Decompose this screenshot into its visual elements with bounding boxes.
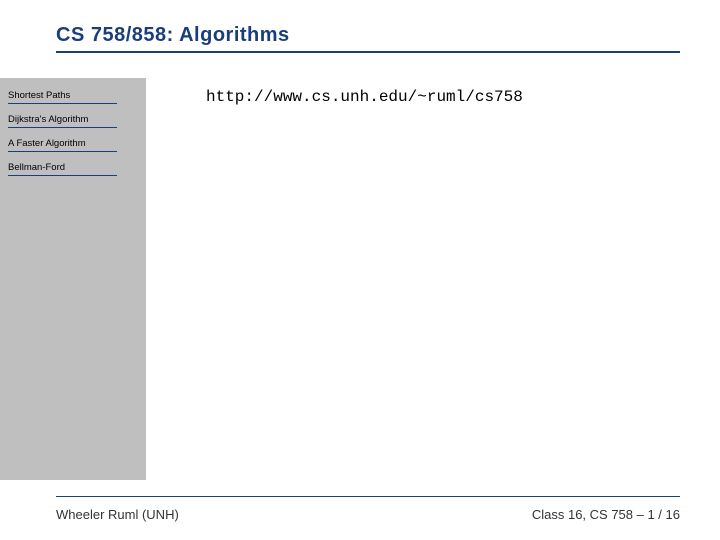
sidebar-item-label: Dijkstra's Algorithm xyxy=(8,114,88,125)
main-content: http://www.cs.unh.edu/~ruml/cs758 xyxy=(146,78,720,480)
sidebar-item-bellman-ford[interactable]: Bellman-Ford xyxy=(8,160,117,176)
sidebar-item-dijkstra[interactable]: Dijkstra's Algorithm xyxy=(8,112,117,128)
page-title: CS 758/858: Algorithms xyxy=(56,24,720,47)
sidebar-item-label: Bellman-Ford xyxy=(8,162,65,173)
footer-pageinfo: Class 16, CS 758 – 1 / 16 xyxy=(532,507,680,522)
footer-author: Wheeler Ruml (UNH) xyxy=(56,507,179,522)
course-url: http://www.cs.unh.edu/~ruml/cs758 xyxy=(206,88,680,106)
footer: Wheeler Ruml (UNH) Class 16, CS 758 – 1 … xyxy=(56,496,680,522)
sidebar-item-label: Shortest Paths xyxy=(8,90,70,101)
sidebar: Shortest Paths Dijkstra's Algorithm A Fa… xyxy=(0,78,146,480)
content-area: Shortest Paths Dijkstra's Algorithm A Fa… xyxy=(0,78,720,480)
sidebar-item-shortest-paths[interactable]: Shortest Paths xyxy=(8,88,117,104)
title-rule xyxy=(56,51,680,53)
footer-rule xyxy=(56,496,680,497)
sidebar-item-label: A Faster Algorithm xyxy=(8,138,86,149)
sidebar-item-faster-algorithm[interactable]: A Faster Algorithm xyxy=(8,136,117,152)
